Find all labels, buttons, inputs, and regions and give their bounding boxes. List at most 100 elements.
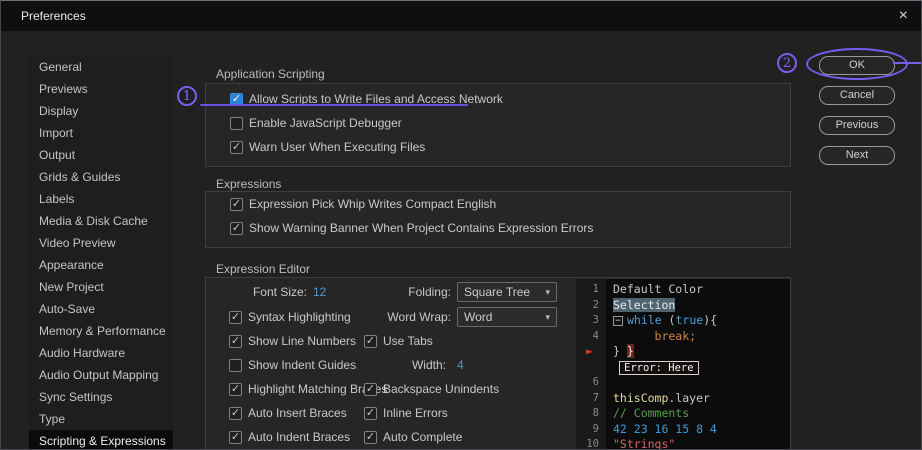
checkbox-enable-javascript-debugger[interactable] [230, 117, 243, 130]
next-button[interactable]: Next [819, 146, 895, 165]
window-title: Preferences [21, 1, 86, 31]
code-token: } [627, 344, 634, 358]
option-row: Allow Scripts to Write Files and Access … [230, 87, 790, 111]
checkbox-highlight-matching-braces[interactable] [229, 383, 242, 396]
sidebar-item-new-project[interactable]: New Project [29, 276, 173, 298]
code-token: // Comments [613, 406, 689, 420]
code-token: true [675, 313, 703, 327]
code-token: thisComp [613, 391, 668, 405]
checkbox-auto-insert-braces[interactable] [229, 407, 242, 420]
checkbox-label: Use Tabs [383, 334, 433, 348]
sidebar-item-scripting-expressions[interactable]: Scripting & Expressions [29, 430, 173, 450]
font-size-value[interactable]: 12 [313, 285, 326, 299]
word-wrap-select[interactable]: Word ▾ [457, 307, 557, 327]
code-line: 942 23 16 15 8 4 [576, 422, 790, 438]
code-lines: 1Default Color2Selection3−while (true){4… [576, 282, 790, 450]
folding-select[interactable]: Square Tree ▾ [457, 282, 557, 302]
option-row: Auto Complete [364, 425, 499, 449]
close-icon[interactable]: × [899, 1, 908, 31]
annotation-ellipse-tail [893, 62, 922, 64]
section-title-application-scripting: Application Scripting [216, 67, 325, 81]
sidebar-item-output[interactable]: Output [29, 144, 173, 166]
checkbox-label: Show Indent Guides [248, 358, 356, 372]
line-number: 8 [576, 406, 606, 422]
ok-button[interactable]: OK [819, 56, 895, 75]
application-scripting-panel: Allow Scripts to Write Files and Access … [205, 83, 791, 167]
code-token: break; [613, 329, 696, 343]
checkbox-warn-user-when-executing-files[interactable] [230, 141, 243, 154]
cancel-button[interactable]: Cancel [819, 86, 895, 105]
expressions-panel: Expression Pick Whip Writes Compact Engl… [205, 191, 791, 248]
code-line: 4 break; [576, 329, 790, 345]
sidebar-item-sync-settings[interactable]: Sync Settings [29, 386, 173, 408]
code-text: // Comments [606, 406, 689, 422]
sidebar-item-memory-performance[interactable]: Memory & Performance [29, 320, 173, 342]
checkbox-show-indent-guides[interactable] [229, 359, 242, 372]
sidebar-item-video-preview[interactable]: Video Preview [29, 232, 173, 254]
sidebar-item-labels[interactable]: Labels [29, 188, 173, 210]
code-text [606, 375, 613, 391]
code-text: thisComp.layer [606, 391, 710, 407]
sidebar-item-general[interactable]: General [29, 56, 173, 78]
sidebar-item-type[interactable]: Type [29, 408, 173, 430]
checkbox-inline-errors[interactable] [364, 407, 377, 420]
line-number: 1 [576, 282, 606, 298]
chevron-down-icon: ▾ [545, 312, 550, 323]
code-token: while [627, 313, 662, 327]
sidebar-item-media-disk-cache[interactable]: Media & Disk Cache [29, 210, 173, 232]
code-line: 1Default Color [576, 282, 790, 298]
code-line: 8 // Comments [576, 406, 790, 422]
sidebar-item-import[interactable]: Import [29, 122, 173, 144]
checkbox-show-warning-banner-when-project-contains-expression-errors[interactable] [230, 222, 243, 235]
code-token: } [613, 344, 627, 358]
code-text: Selection [606, 298, 675, 314]
option-row: Show Indent Guides [229, 353, 387, 377]
section-title-expressions: Expressions [216, 177, 281, 191]
checkbox-allow-scripts-to-write-files-and-access-network[interactable] [230, 93, 243, 106]
sidebar-item-previews[interactable]: Previews [29, 78, 173, 100]
annotation-step-2-badge: 2 [777, 53, 797, 73]
checkbox-label: Expression Pick Whip Writes Compact Engl… [249, 197, 496, 211]
code-token: ( [662, 313, 676, 327]
option-row: Use Tabs [364, 329, 433, 353]
checkbox-label: Warn User When Executing Files [249, 140, 425, 154]
application-scripting-options: Allow Scripts to Write Files and Access … [206, 84, 790, 159]
section-title-expression-editor: Expression Editor [216, 262, 310, 276]
checkbox-label: Auto Insert Braces [248, 406, 347, 420]
sidebar-item-grids-guides[interactable]: Grids & Guides [29, 166, 173, 188]
sidebar-item-display[interactable]: Display [29, 100, 173, 122]
code-token: "Strings" [613, 437, 675, 450]
option-row: Syntax Highlighting [229, 305, 387, 329]
code-preview: 1Default Color2Selection3−while (true){4… [576, 279, 790, 450]
fold-marker-icon[interactable]: − [613, 316, 623, 326]
sidebar-item-auto-save[interactable]: Auto-Save [29, 298, 173, 320]
checkbox-syntax-highlighting[interactable] [229, 311, 242, 324]
word-wrap-value: Word [464, 310, 541, 324]
use-tabs-option: Use Tabs [364, 329, 433, 353]
checkbox-expression-pick-whip-writes-compact-english[interactable] [230, 198, 243, 211]
tab-width-value[interactable]: 4 [457, 358, 464, 372]
code-line: Error: Here [576, 360, 790, 376]
annotation-step-1-badge: 1 [177, 86, 197, 106]
option-row: Expression Pick Whip Writes Compact Engl… [230, 192, 790, 216]
line-number: 7 [576, 391, 606, 407]
checkbox-auto-complete[interactable] [364, 431, 377, 444]
checkbox-show-line-numbers[interactable] [229, 335, 242, 348]
sidebar-item-appearance[interactable]: Appearance [29, 254, 173, 276]
code-line: 10"Strings" [576, 437, 790, 450]
sidebar-item-audio-output-mapping[interactable]: Audio Output Mapping [29, 364, 173, 386]
code-line: 6 [576, 375, 790, 391]
code-token: 42 23 16 15 8 4 [613, 422, 717, 436]
code-text: Error: Here [606, 360, 699, 376]
checkbox-use-tabs[interactable] [364, 335, 377, 348]
checkbox-backspace-unindents[interactable] [364, 383, 377, 396]
checkbox-auto-indent-braces[interactable] [229, 431, 242, 444]
option-row: Warn User When Executing Files [230, 135, 790, 159]
option-row: Show Warning Banner When Project Contain… [230, 216, 790, 240]
previous-button[interactable]: Previous [819, 116, 895, 135]
option-row: Enable JavaScript Debugger [230, 111, 790, 135]
code-text: break; [606, 329, 696, 345]
expressions-options: Expression Pick Whip Writes Compact Engl… [206, 192, 790, 240]
option-row: Inline Errors [364, 401, 499, 425]
sidebar-item-audio-hardware[interactable]: Audio Hardware [29, 342, 173, 364]
